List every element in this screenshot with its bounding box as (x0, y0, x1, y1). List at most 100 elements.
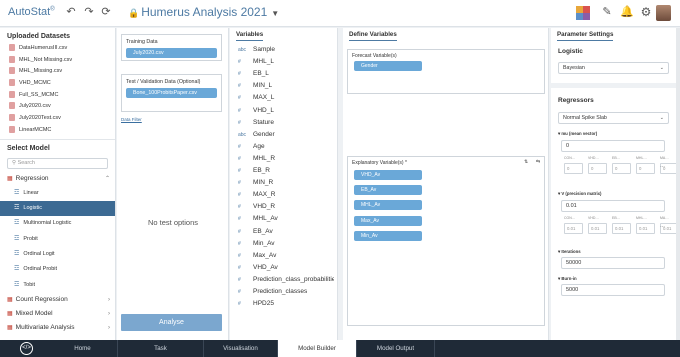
apps-grid-icon[interactable] (576, 6, 590, 20)
explanatory-variable-chip[interactable]: Min_Av (354, 230, 422, 241)
undo-icon[interactable]: ↶ (64, 5, 78, 19)
file-icon (9, 79, 15, 87)
dataset-item[interactable]: Full_SS_MCMC (0, 90, 115, 102)
mu-cell[interactable]: 0 (612, 163, 631, 174)
text-type-icon: abc (238, 131, 247, 138)
gear-icon[interactable]: ⚙ (639, 5, 653, 19)
app-brand[interactable]: AutoStat® (8, 6, 55, 18)
forecast-variable-chip[interactable]: Gender (354, 61, 422, 71)
explanatory-variable-chip[interactable]: VHD_Av (354, 170, 422, 180)
model-item-tobit[interactable]: ☲ Tobit (0, 278, 115, 293)
model-label: Logistic (23, 204, 43, 211)
chevron-right-icon: › (108, 297, 110, 304)
model-icon: ☲ (14, 266, 20, 273)
dataset-name: DataHumerusIII.csv (19, 45, 68, 51)
group-mixed-model[interactable]: ▦ Mixed Model › (0, 307, 115, 321)
explanatory-variable-chip[interactable]: EB_Av (354, 185, 422, 196)
mu-input[interactable]: 0 (561, 140, 665, 152)
variable-item[interactable]: # Age (230, 141, 334, 153)
tab-model-output[interactable]: Model Output (357, 340, 435, 357)
explanatory-box[interactable]: Explanatory Variable(s) * ⇅ ⇆ VHD_Av EB_A… (347, 156, 545, 326)
variable-item[interactable]: # MIN_R (230, 177, 334, 189)
variable-item[interactable]: # Max_Av (230, 250, 334, 262)
project-selector[interactable]: 🔒 Humerus Analysis 2021 ▼ (128, 5, 279, 19)
regressors-select[interactable]: Normal Spike Slab ⌄ (558, 112, 669, 124)
variable-item[interactable]: # VHD_R (230, 201, 334, 213)
notes-icon[interactable]: ✎ (600, 5, 614, 19)
tab-visualisation[interactable]: Visualisation (204, 340, 278, 357)
explanatory-variable-chip[interactable]: Max_Av (354, 215, 422, 226)
tab-task[interactable]: Task (118, 340, 204, 357)
sort-asc-icon[interactable]: ⇅ (524, 159, 528, 165)
variable-item[interactable]: abc Gender (230, 129, 334, 141)
forecast-box[interactable]: Forecast Variable(s) Gender (347, 49, 545, 94)
dataset-item[interactable]: MHL_Missing.csv (0, 66, 115, 78)
v-more-icon[interactable]: … (660, 223, 665, 229)
variable-item[interactable]: abc Sample (230, 44, 334, 56)
v-col-label: EB… (612, 216, 621, 220)
variable-item[interactable]: # Stature (230, 117, 334, 129)
variable-item[interactable]: # MAX_R (230, 189, 334, 201)
variable-item[interactable]: # MHL_Av (230, 213, 334, 225)
parameter-scrollbar[interactable] (676, 28, 680, 340)
model-item-ordinal-probit[interactable]: ☲ Ordinal Probit (0, 262, 115, 277)
validation-data-chip[interactable]: Bone_100ProbitsPaper.csv (126, 88, 217, 98)
analyse-button[interactable]: Analyse (121, 314, 222, 331)
tab-model-builder[interactable]: Model Builder (278, 340, 357, 357)
iterations-input[interactable]: 50000 (561, 257, 665, 269)
variable-item[interactable]: # MHL_L (230, 56, 334, 68)
redo-icon[interactable]: ↷ (82, 5, 96, 19)
group-regression[interactable]: ▦ Regression ⌃ (0, 172, 115, 186)
variable-item[interactable]: # EB_R (230, 165, 334, 177)
variable-item[interactable]: # Prediction_class_probabilities (230, 274, 334, 286)
v-input[interactable]: 0.01 (561, 200, 665, 212)
dataset-item[interactable]: LinearMCMC (0, 125, 115, 137)
variable-item[interactable]: # HPD25 (230, 298, 334, 310)
mu-more-icon[interactable]: … (660, 163, 665, 169)
bell-icon[interactable]: 🔔 (620, 5, 634, 19)
dataset-list: DataHumerusIII.csv MHL_Not Missing.csv MHL… (0, 43, 115, 137)
tab-home[interactable]: Home (48, 340, 118, 357)
mu-cell[interactable]: 0 (588, 163, 607, 174)
dataset-item[interactable]: VHD_MCMC (0, 78, 115, 90)
lock-icon: 🔒 (128, 8, 140, 18)
variable-item[interactable]: # Prediction_classes (230, 286, 334, 298)
dataset-name: LinearMCMC (19, 126, 52, 133)
avatar[interactable] (656, 5, 671, 21)
variable-item[interactable]: # Min_Av (230, 238, 334, 250)
dataset-item[interactable]: July2020Test.csv (0, 113, 115, 125)
model-item-multinomial-logistic[interactable]: ☲ Multinomial Logistic (0, 216, 115, 231)
mu-cell[interactable]: 0 (564, 163, 583, 174)
dataset-item[interactable]: July2020.csv (0, 101, 115, 113)
model-item-ordinal-logit[interactable]: ☲ Ordinal Logit (0, 247, 115, 262)
variable-item[interactable]: # VHD_Av (230, 262, 334, 274)
dataset-item[interactable]: MHL_Not Missing.csv (0, 55, 115, 67)
variable-item[interactable]: # EB_L (230, 68, 334, 80)
v-cell[interactable]: 0.01 (636, 223, 655, 234)
model-item-linear[interactable]: ☲ Linear (0, 186, 115, 201)
v-cell[interactable]: 0.01 (564, 223, 583, 234)
code-logo-icon[interactable]: </> (20, 342, 33, 355)
sort-desc-icon[interactable]: ⇆ (536, 159, 540, 165)
variable-item[interactable]: # MAX_L (230, 92, 334, 104)
model-item-logistic[interactable]: ☲ Logistic (0, 200, 115, 217)
variable-item[interactable]: # MHL_R (230, 153, 334, 165)
data-filter-link[interactable]: Data Filter (121, 117, 142, 122)
burnin-input[interactable]: 5000 (561, 284, 665, 296)
logistic-method-select[interactable]: Bayesian ⌄ (558, 62, 669, 74)
training-data-chip[interactable]: July2020.csv (126, 48, 217, 58)
variable-item[interactable]: # EB_Av (230, 226, 334, 238)
v-cell[interactable]: 0.01 (588, 223, 607, 234)
variable-item[interactable]: # VHD_L (230, 105, 334, 117)
explanatory-variable-chip[interactable]: MHL_Av (354, 200, 422, 211)
v-cell[interactable]: 0.01 (612, 223, 631, 234)
mu-cell[interactable]: 0 (636, 163, 655, 174)
group-multivariate-analysis[interactable]: ▦ Multivariate Analysis › (0, 321, 115, 335)
dataset-item[interactable]: DataHumerusIII.csv (0, 43, 115, 55)
group-count-regression[interactable]: ▦ Count Regression › (0, 293, 115, 307)
model-search-input[interactable]: ⚲ Search (7, 157, 108, 169)
variable-item[interactable]: # MIN_L (230, 80, 334, 92)
model-item-probit[interactable]: ☲ Probit (0, 232, 115, 247)
left-sidebar: Uploaded Datasets DataHumerusIII.csv MHL_… (0, 28, 116, 340)
refresh-icon[interactable]: ⟳ (99, 5, 113, 19)
